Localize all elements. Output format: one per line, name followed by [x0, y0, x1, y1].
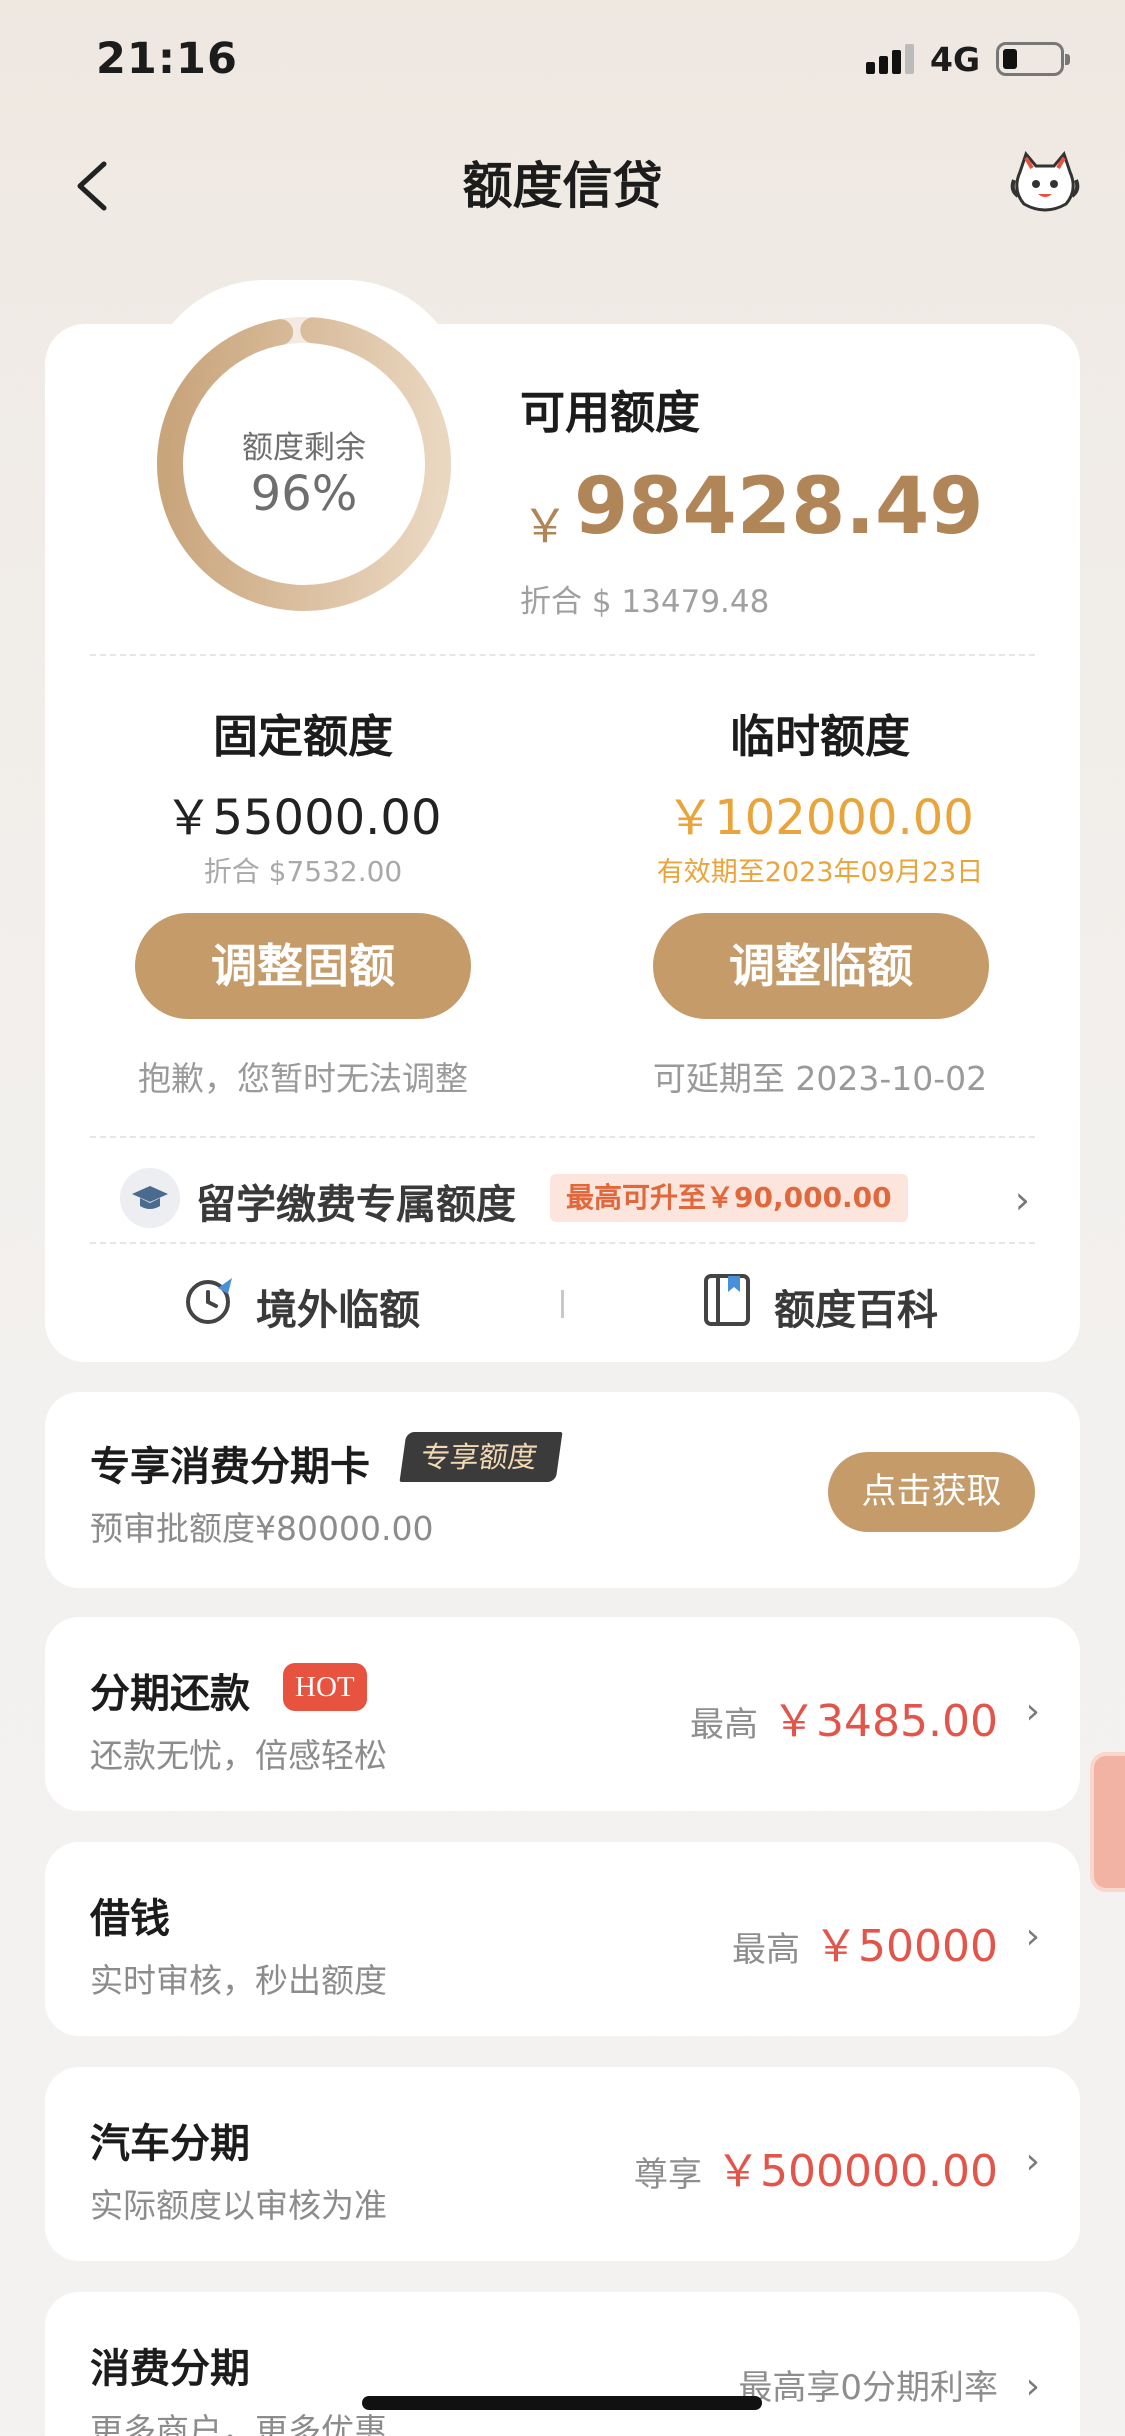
fixed-limit-title: 固定额度	[212, 710, 393, 763]
ring-label: 额度剩余	[242, 430, 366, 466]
fixed-limit-note: 抱歉，您暂时无法调整	[138, 1059, 468, 1098]
network-type: 4G	[930, 40, 981, 79]
product-max: 最高 ￥3485.00	[690, 1685, 998, 1749]
get-card-button[interactable]: 点击获取	[828, 1452, 1035, 1532]
product-max: 尊享 ￥500000.00	[634, 2135, 998, 2199]
adjust-fixed-button[interactable]: 调整固额	[135, 913, 471, 1019]
temp-limit-expiry: 有效期至2023年09月23日	[656, 857, 984, 888]
product-title: 汽车分期	[90, 2121, 250, 2167]
product-prefix: 最高享0分期利率	[738, 2368, 998, 2408]
fixed-limit-amount: ￥55000.00	[164, 790, 442, 846]
tool-separator	[561, 1290, 564, 1318]
ring-percent: 96%	[250, 466, 358, 522]
study-limit-tag: 最高可升至￥90,000.00	[550, 1174, 908, 1222]
promo-tag: 专享额度	[399, 1432, 563, 1482]
cat-mascot-icon[interactable]	[1010, 150, 1080, 216]
overseas-temp-limit-entry[interactable]: 境外临额	[184, 1270, 444, 1334]
chevron-right-icon: ›	[1025, 1691, 1040, 1732]
product-max: 最高享0分期利率	[738, 2360, 998, 2409]
product-title: 消费分期	[90, 2346, 250, 2392]
product-card-borrow[interactable]: 借钱 实时审核，秒出额度 最高 ￥50000 ›	[45, 1842, 1080, 2036]
product-prefix: 最高	[732, 1930, 801, 1970]
status-time: 21:16	[96, 34, 238, 84]
product-prefix: 最高	[690, 1705, 759, 1745]
available-converted: 折合 $ 13479.48	[520, 584, 770, 620]
tool-label: 境外临额	[256, 1286, 420, 1334]
chevron-right-icon: ›	[1025, 2366, 1040, 2407]
study-limit-label: 留学缴费专属额度	[196, 1182, 516, 1228]
study-abroad-limit-row[interactable]: 留学缴费专属额度 最高可升至￥90,000.00 ›	[120, 1164, 1030, 1232]
battery-icon	[996, 42, 1070, 76]
divider	[90, 1136, 1035, 1138]
product-prefix: 尊享	[634, 2155, 703, 2195]
promo-subtitle: 预审批额度¥80000.00	[90, 1509, 434, 1548]
floating-promo-icon[interactable]	[1090, 1752, 1125, 1892]
book-icon	[704, 1274, 750, 1326]
tool-label: 额度百科	[774, 1286, 938, 1334]
temp-limit-note: 可延期至 2023-10-02	[652, 1059, 988, 1098]
product-card-car-installment[interactable]: 汽车分期 实际额度以审核为准 尊享 ￥500000.00 ›	[45, 2067, 1080, 2261]
product-title: 借钱	[90, 1896, 170, 1942]
product-title: 分期还款	[90, 1671, 250, 1717]
currency-symbol: ￥	[522, 499, 568, 553]
product-amount: ￥500000.00	[716, 2146, 998, 2197]
available-label: 可用额度	[520, 386, 701, 439]
page-title: 额度信贷	[462, 157, 663, 215]
hot-badge: HOT	[283, 1663, 367, 1711]
product-subtitle: 还款无忧，倍感轻松	[90, 1736, 387, 1775]
installment-card-promo: 专享消费分期卡 专享额度 预审批额度¥80000.00 点击获取	[45, 1392, 1080, 1588]
product-amount: ￥3485.00	[772, 1696, 998, 1747]
fixed-limit-converted: 折合 $7532.00	[203, 855, 403, 888]
divider	[90, 654, 1035, 656]
product-card-consumer-installment[interactable]: 消费分期 更多商户，更多优惠 最高享0分期利率 ›	[45, 2292, 1080, 2436]
divider	[90, 1242, 1035, 1244]
credit-wiki-entry[interactable]: 额度百科	[702, 1270, 962, 1334]
product-subtitle: 更多商户，更多优惠	[90, 2411, 387, 2436]
chevron-right-icon: ›	[1014, 1178, 1030, 1222]
product-amount: ￥50000	[814, 1921, 998, 1972]
available-amount: 98428.49	[574, 462, 984, 552]
chevron-right-icon: ›	[1025, 2141, 1040, 2182]
temp-limit-title: 临时额度	[729, 710, 910, 763]
temp-limit-amount: ￥102000.00	[666, 790, 974, 846]
promo-title: 专享消费分期卡	[90, 1444, 370, 1490]
product-subtitle: 实时审核，秒出额度	[90, 1961, 387, 2000]
chevron-right-icon: ›	[1025, 1916, 1040, 1957]
product-max: 最高 ￥50000	[732, 1910, 998, 1974]
plane-clock-icon	[186, 1278, 232, 1324]
product-card-installment-repay[interactable]: 分期还款 HOT 还款无忧，倍感轻松 最高 ￥3485.00 ›	[45, 1617, 1080, 1811]
signal-icon	[866, 44, 914, 74]
home-indicator	[362, 2396, 762, 2410]
adjust-temp-button[interactable]: 调整临额	[653, 913, 989, 1019]
graduation-cap-icon	[120, 1168, 180, 1228]
product-subtitle: 实际额度以审核为准	[90, 2186, 387, 2225]
